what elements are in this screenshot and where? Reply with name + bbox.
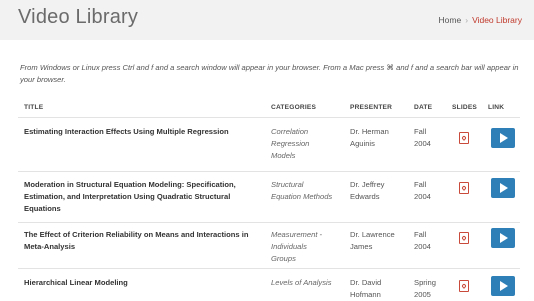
table-row: The Effect of Criterion Reliability on M…: [18, 228, 522, 267]
video-presenter: Dr. David Hofmann: [350, 278, 382, 299]
video-date: Fall 2004: [414, 127, 431, 148]
pdf-icon[interactable]: [459, 132, 469, 144]
breadcrumb-home-link[interactable]: Home: [439, 15, 462, 25]
video-category: Correlation Regression Models: [271, 127, 310, 160]
video-title: The Effect of Criterion Reliability on M…: [24, 230, 249, 251]
column-header-title: TITLE: [24, 104, 44, 111]
pdf-icon[interactable]: [459, 280, 469, 292]
video-date: Spring 2005: [414, 278, 436, 299]
page-title: Video Library: [18, 6, 139, 28]
column-header-link: LINK: [488, 104, 505, 111]
video-date: Fall 2004: [414, 180, 431, 201]
page-header: Video Library Home › Video Library: [0, 0, 534, 40]
column-header-slides: SLIDES: [452, 104, 478, 111]
column-header-presenter: PRESENTER: [350, 104, 393, 111]
video-date: Fall 2004: [414, 230, 431, 251]
column-header-categories: CATEGORIES: [271, 104, 317, 111]
video-category: Measurement - Individuals Groups: [271, 230, 323, 263]
table-header-divider: [18, 117, 520, 118]
video-presenter: Dr. Herman Aguinis: [350, 127, 389, 148]
breadcrumb: Home › Video Library: [439, 15, 522, 25]
column-header-date: DATE: [414, 104, 433, 111]
row-divider: [18, 222, 520, 223]
row-divider: [18, 268, 520, 269]
video-category: Levels of Analysis: [271, 278, 332, 287]
video-title: Moderation in Structural Equation Modeli…: [24, 180, 236, 213]
video-title: Estimating Interaction Effects Using Mul…: [24, 127, 229, 136]
table-row: Hierarchical Linear Modeling Levels of A…: [18, 276, 522, 300]
video-title: Hierarchical Linear Modeling: [24, 278, 128, 287]
search-instructions: From Windows or Linux press Ctrl and f a…: [20, 63, 519, 84]
video-presenter: Dr. Jeffrey Edwards: [350, 180, 385, 201]
video-presenter: Dr. Lawrence James: [350, 230, 395, 251]
table-row: Estimating Interaction Effects Using Mul…: [18, 126, 522, 172]
pdf-icon[interactable]: [459, 182, 469, 194]
breadcrumb-current: Video Library: [472, 15, 522, 25]
play-icon[interactable]: [491, 228, 515, 248]
play-icon[interactable]: [491, 128, 515, 148]
table-row: Moderation in Structural Equation Modeli…: [18, 178, 522, 223]
video-category: Structural Equation Methods: [271, 180, 333, 201]
breadcrumb-separator: ›: [465, 15, 469, 25]
pdf-icon[interactable]: [459, 232, 469, 244]
play-icon[interactable]: [491, 276, 515, 296]
row-divider: [18, 171, 520, 172]
play-icon[interactable]: [491, 178, 515, 198]
